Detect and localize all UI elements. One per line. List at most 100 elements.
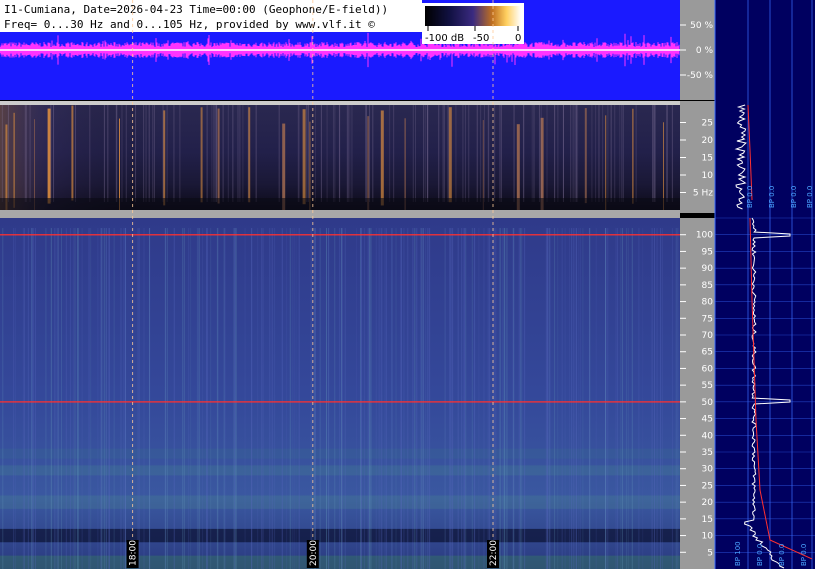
high-frequency-streak — [589, 228, 591, 569]
high-frequency-tick-label: 75 — [702, 314, 713, 324]
low-frequency-streak — [443, 105, 445, 202]
high-frequency-streak — [616, 228, 618, 569]
high-frequency-streak — [661, 228, 663, 569]
low-frequency-streak — [239, 105, 241, 202]
low-frequency-streak — [393, 105, 395, 202]
low-frequency-streak — [671, 105, 673, 202]
high-frequency-streak — [651, 228, 653, 569]
high-frequency-streak — [291, 228, 293, 569]
high-frequency-streak — [341, 228, 343, 569]
low-frequency-hot-column — [302, 109, 306, 205]
high-frequency-tick-label: 65 — [702, 348, 713, 358]
low-frequency-streak — [222, 105, 224, 202]
high-frequency-streak — [361, 228, 363, 569]
high-frequency-streak — [344, 228, 346, 569]
high-frequency-streak — [506, 228, 508, 569]
low-frequency-streak — [115, 105, 117, 202]
high-frequency-streak — [615, 228, 617, 569]
high-frequency-streak — [295, 228, 297, 569]
high-frequency-streak — [223, 228, 225, 569]
low-frequency-streak — [480, 105, 482, 202]
time-marker-label: 18:00 — [129, 540, 139, 566]
low-frequency-streak — [334, 105, 336, 202]
low-frequency-streak — [162, 105, 164, 202]
high-frequency-streak — [274, 228, 276, 569]
high-frequency-streak — [579, 228, 581, 569]
high-frequency-streak — [381, 228, 383, 569]
high-frequency-streak — [124, 228, 126, 569]
high-frequency-streak — [244, 228, 246, 569]
colorbar-label-min: -100 dB — [425, 33, 464, 44]
high-frequency-streak — [298, 228, 300, 569]
high-frequency-streak — [207, 228, 209, 569]
high-frequency-streak — [105, 228, 107, 569]
high-frequency-streak — [582, 228, 584, 569]
low-frequency-streak — [438, 105, 440, 202]
low-frequency-streak — [572, 105, 574, 202]
low-frequency-streak — [349, 105, 351, 202]
high-frequency-streak — [621, 228, 623, 569]
high-frequency-streak — [120, 228, 122, 569]
low-frequency-streak — [213, 105, 215, 202]
high-frequency-streak — [77, 228, 79, 569]
high-frequency-tick-label: 50 — [702, 398, 714, 408]
colorbar-gradient — [425, 6, 521, 26]
high-frequency-tick-label: 95 — [702, 247, 713, 257]
high-frequency-streak — [81, 228, 83, 569]
high-frequency-streak — [513, 228, 515, 569]
high-frequency-streak — [524, 228, 526, 569]
high-frequency-tick-label: 20 — [702, 498, 714, 508]
colorbar-label-max: 0 — [515, 33, 521, 44]
low-frequency-streak — [523, 105, 525, 202]
high-frequency-tick-label: 55 — [702, 381, 713, 391]
low-frequency-streak — [447, 105, 449, 202]
high-frequency-streak — [595, 228, 597, 569]
low-frequency-streak — [570, 105, 572, 202]
high-frequency-streak — [660, 228, 662, 569]
low-frequency-hot-column — [200, 107, 203, 203]
high-frequency-streak — [626, 228, 628, 569]
low-frequency-streak — [278, 105, 280, 202]
low-frequency-streak — [339, 105, 341, 202]
high-frequency-streak — [138, 228, 140, 569]
low-frequency-streak — [540, 105, 542, 202]
high-frequency-streak — [384, 228, 386, 569]
side-spectrum-bp-label: BP 0.0 — [746, 186, 754, 208]
high-frequency-streak — [505, 228, 507, 569]
high-frequency-streak — [217, 228, 219, 569]
high-frequency-streak — [97, 228, 99, 569]
low-frequency-streak — [135, 105, 137, 202]
high-frequency-streak — [489, 228, 491, 569]
low-frequency-streak — [211, 105, 213, 202]
low-frequency-streak — [468, 105, 470, 202]
high-frequency-streak — [521, 228, 523, 569]
low-frequency-streak — [621, 105, 623, 202]
high-frequency-streak — [269, 228, 271, 569]
high-frequency-streak — [2, 228, 4, 569]
high-frequency-streak — [289, 228, 291, 569]
low-frequency-streak — [500, 105, 502, 202]
high-frequency-streak — [425, 228, 427, 569]
high-frequency-streak — [465, 228, 467, 569]
high-frequency-streak — [461, 228, 463, 569]
low-frequency-streak — [425, 105, 427, 202]
high-frequency-streak — [518, 228, 520, 569]
high-frequency-streak — [166, 228, 168, 569]
low-frequency-streak — [476, 105, 478, 202]
high-frequency-streak — [100, 228, 102, 569]
amplitude-tick-label: 50 % — [690, 21, 713, 31]
high-frequency-streak — [72, 228, 74, 569]
low-frequency-streak — [237, 105, 239, 202]
low-frequency-streak — [610, 105, 612, 202]
high-frequency-streak — [406, 228, 408, 569]
low-frequency-streak — [347, 105, 349, 202]
low-frequency-streak — [574, 105, 576, 202]
high-frequency-tick-label: 5 — [707, 548, 713, 558]
low-frequency-streak — [173, 105, 175, 202]
high-frequency-streak — [487, 228, 489, 569]
high-frequency-tick-label: 80 — [702, 298, 714, 308]
low-frequency-streak — [553, 105, 555, 202]
low-frequency-streak — [602, 105, 604, 202]
low-frequency-streak — [166, 105, 168, 202]
high-frequency-streak — [495, 228, 497, 569]
